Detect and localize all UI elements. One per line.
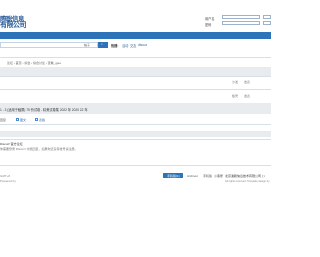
hot-search-label: 热搜: xyxy=(111,43,119,48)
footer-link-blackroom[interactable]: 小黑屋 xyxy=(214,174,223,178)
post-meta[interactable]: 发表 xyxy=(244,94,250,98)
username-label: 用户名 xyxy=(205,17,215,21)
post-divider xyxy=(0,76,271,77)
thread-title: 1 - 3 (适用于触屏) 75 份试卷 - 精美试卷集 2022 年 2020… xyxy=(0,108,88,112)
main-nav-bar xyxy=(0,32,271,39)
option-checkbox-2[interactable] xyxy=(35,117,38,121)
option-checkbox-1[interactable] xyxy=(16,117,19,121)
footer-copyright: All rights reserved. Template design by xyxy=(225,179,270,183)
notice-title: Discuz! 官方论坛 xyxy=(0,142,23,146)
mobile-version-label[interactable]: 手机版(1) xyxy=(167,174,180,178)
breadcrumb[interactable]: 论坛 › 首页 › 综合 › 综合讨论 › 查看_gjee xyxy=(7,61,61,65)
hot-link-3[interactable]: discuz xyxy=(138,43,147,47)
site-logo-line2: 有限公司 xyxy=(0,21,27,29)
search-type-select[interactable]: 帖子 xyxy=(84,43,90,47)
password-input-right[interactable] xyxy=(263,21,271,25)
password-input[interactable] xyxy=(222,21,260,25)
footer-left-2: Powered by xyxy=(0,178,16,183)
thread-divider xyxy=(0,124,271,125)
reply-label: 回复 xyxy=(0,117,7,122)
post-divider xyxy=(0,89,271,90)
notice-text: 你需要登录 Discuz! 才能回复，如果你还没有帐号请注册。 xyxy=(0,147,78,151)
username-input[interactable] xyxy=(222,15,260,19)
footer-left-1: GMT+8 xyxy=(0,173,11,178)
post-meta[interactable]: 发表 xyxy=(244,80,250,84)
breadcrumb-top-divider xyxy=(0,57,271,58)
search-icon: ⌕ xyxy=(101,42,104,46)
footer-link-archiver[interactable]: Archiver xyxy=(187,174,198,178)
hot-link-1[interactable]: 活动 xyxy=(122,43,128,48)
option-label-2[interactable]: 表格 xyxy=(39,118,45,122)
notice-divider xyxy=(0,139,271,140)
footer-divider xyxy=(0,165,271,166)
notice-band xyxy=(0,131,271,137)
hot-link-2[interactable]: 交友 xyxy=(130,43,136,48)
password-label: 密码 xyxy=(205,23,212,27)
username-input-right[interactable] xyxy=(263,15,271,19)
footer-link-mobile[interactable]: 手机版 xyxy=(203,174,212,178)
option-label-1[interactable]: 图文 xyxy=(20,118,26,122)
footer-company[interactable]: 北京澳聡信息技术有限公司 ( ) xyxy=(225,174,265,178)
thread-header-band xyxy=(0,67,271,76)
post-floor: 沙发 xyxy=(232,80,239,84)
post-floor: 板凳 xyxy=(232,94,239,98)
